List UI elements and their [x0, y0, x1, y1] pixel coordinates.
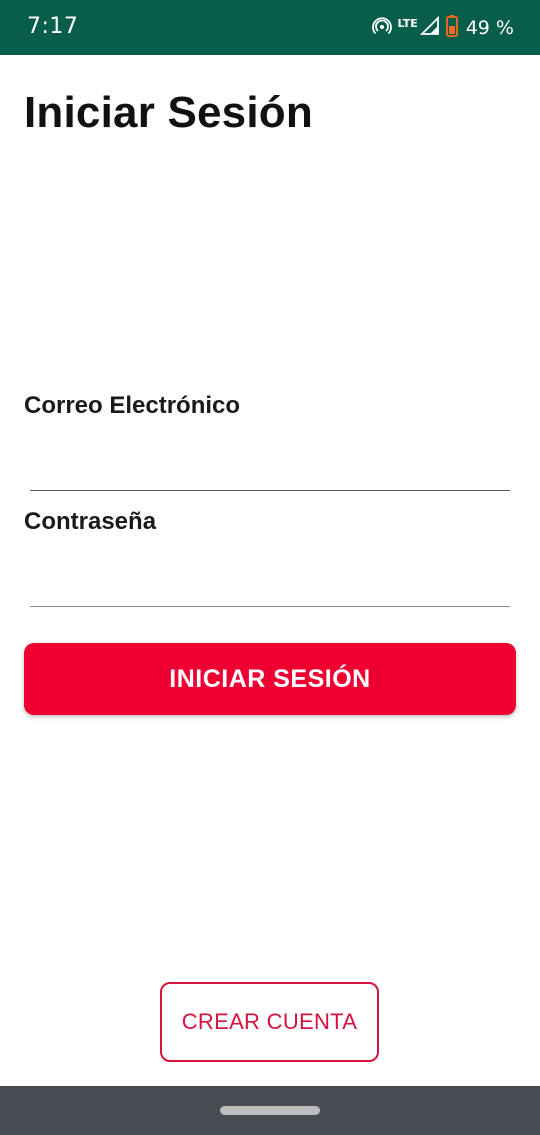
status-bar: 7:17 LTE 49 % [0, 0, 540, 55]
email-field[interactable] [30, 446, 510, 491]
home-gesture-handle[interactable] [220, 1106, 320, 1115]
signal-icon [419, 15, 440, 41]
login-button[interactable]: INICIAR SESIÓN [24, 643, 516, 715]
status-time: 7:17 [27, 14, 79, 39]
navigation-bar [0, 1086, 540, 1135]
battery-percent: 49 % [465, 17, 514, 39]
battery-icon [445, 14, 458, 42]
page-title: Iniciar Sesión [24, 88, 313, 137]
password-field[interactable] [30, 562, 510, 607]
password-label: Contraseña [24, 508, 157, 535]
status-icons: LTE 49 % [371, 14, 514, 42]
network-type: LTE [397, 16, 418, 30]
email-label: Correo Electrónico [24, 392, 241, 419]
create-account-button[interactable]: CREAR CUENTA [160, 982, 379, 1062]
hotspot-icon [371, 16, 392, 41]
